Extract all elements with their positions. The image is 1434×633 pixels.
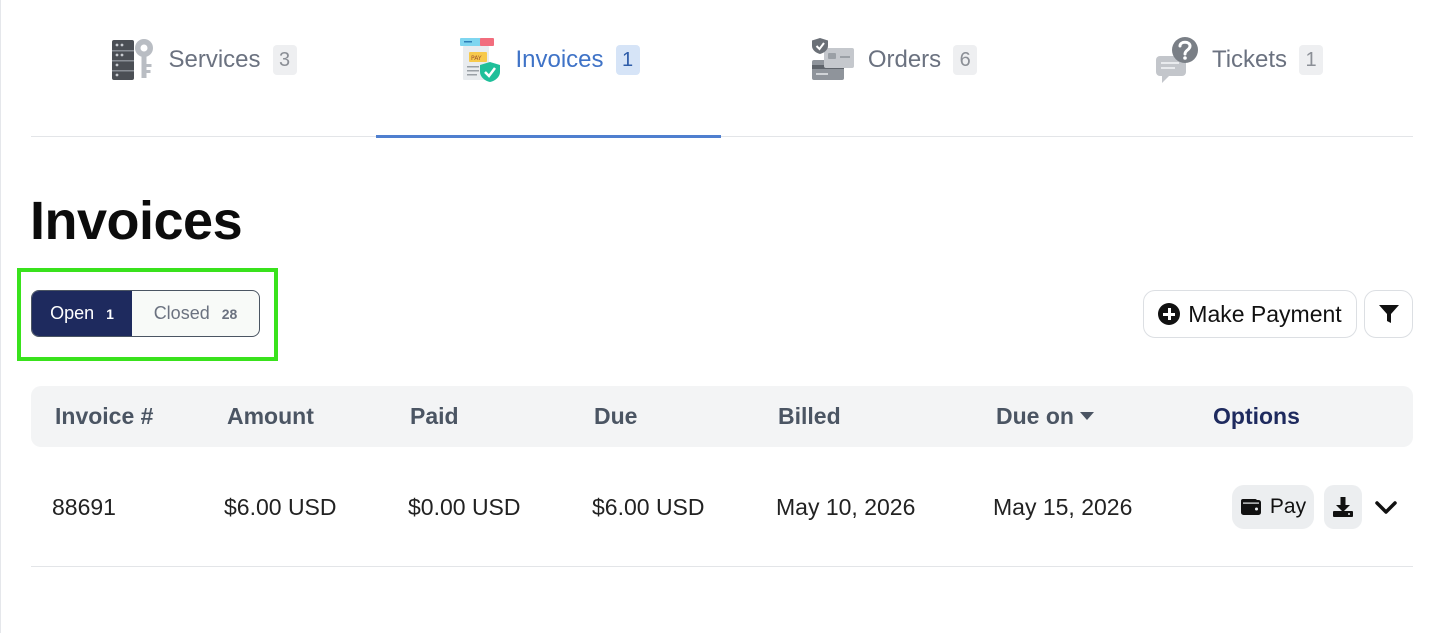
tab-tickets[interactable]: Tickets 1 bbox=[1066, 0, 1411, 137]
invoice-number-cell[interactable]: 88691 bbox=[52, 447, 116, 567]
tab-label: Tickets bbox=[1211, 45, 1288, 73]
download-button[interactable] bbox=[1324, 485, 1362, 529]
tab-label: Orders bbox=[867, 45, 942, 73]
billed-cell: May 10, 2026 bbox=[776, 494, 916, 520]
tab-count-badge: 1 bbox=[615, 44, 640, 75]
left-border bbox=[0, 0, 1, 633]
make-payment-button[interactable]: Make Payment bbox=[1143, 290, 1357, 338]
amount-cell: $6.00 USD bbox=[224, 494, 337, 520]
column-header-paid[interactable]: Paid bbox=[410, 386, 459, 447]
tab-services[interactable]: Services 3 bbox=[31, 0, 376, 137]
svg-text:PAY: PAY bbox=[471, 55, 482, 62]
tab-label: Services bbox=[168, 45, 261, 73]
paid-cell: $0.00 USD bbox=[408, 494, 521, 520]
open-filter-label: Open bbox=[50, 303, 95, 323]
plus-circle-icon bbox=[1158, 303, 1181, 325]
open-filter-button[interactable]: Open 1 bbox=[32, 291, 132, 336]
tab-count-badge: 6 bbox=[953, 44, 978, 75]
chevron-down-icon bbox=[1375, 501, 1397, 514]
due-cell: $6.00 USD bbox=[592, 494, 705, 520]
wallet-icon bbox=[1240, 499, 1261, 515]
filter-button[interactable] bbox=[1364, 290, 1413, 338]
expand-row-button[interactable] bbox=[1371, 493, 1401, 523]
status-filter-toggle: Open 1 Closed 28 bbox=[31, 290, 260, 337]
table-row: 88691 $6.00 USD $0.00 USD $6.00 USD May … bbox=[31, 447, 1413, 567]
closed-filter-count: 28 bbox=[221, 305, 238, 322]
tab-bar: Services 3 PAY Invoices 1 Orders 6 Ticke… bbox=[31, 0, 1413, 138]
sort-caret-down-icon bbox=[1079, 412, 1094, 421]
column-header-invoice[interactable]: Invoice # bbox=[55, 386, 153, 447]
closed-filter-button[interactable]: Closed 28 bbox=[132, 291, 259, 336]
column-header-due-on[interactable]: Due on bbox=[996, 386, 1094, 447]
download-icon bbox=[1333, 497, 1353, 517]
tab-invoices[interactable]: PAY Invoices 1 bbox=[376, 0, 721, 138]
tab-count-badge: 1 bbox=[1299, 44, 1324, 75]
pay-button[interactable]: Pay bbox=[1232, 485, 1314, 529]
orders-icon bbox=[811, 37, 854, 80]
column-header-amount[interactable]: Amount bbox=[227, 386, 314, 447]
pay-label: Pay bbox=[1269, 495, 1307, 518]
open-filter-count: 1 bbox=[106, 305, 114, 322]
filter-icon bbox=[1378, 305, 1399, 323]
column-header-billed[interactable]: Billed bbox=[778, 386, 841, 447]
table-header: Invoice # Amount Paid Due Billed Due on … bbox=[31, 386, 1413, 447]
tab-label: Invoices bbox=[515, 45, 604, 73]
invoices-icon: PAY bbox=[460, 37, 501, 82]
services-icon bbox=[112, 38, 154, 80]
column-header-options: Options bbox=[1213, 403, 1300, 429]
tab-orders[interactable]: Orders 6 bbox=[721, 0, 1066, 137]
tab-count-badge: 3 bbox=[272, 44, 297, 75]
closed-filter-label: Closed bbox=[153, 303, 210, 323]
tickets-icon bbox=[1155, 36, 1198, 83]
due-on-cell: May 15, 2026 bbox=[993, 494, 1133, 520]
column-header-due[interactable]: Due bbox=[594, 386, 637, 447]
page-title: Invoices bbox=[30, 191, 243, 251]
column-header-due-on-label: Due on bbox=[996, 403, 1074, 429]
make-payment-label: Make Payment bbox=[1188, 300, 1342, 327]
